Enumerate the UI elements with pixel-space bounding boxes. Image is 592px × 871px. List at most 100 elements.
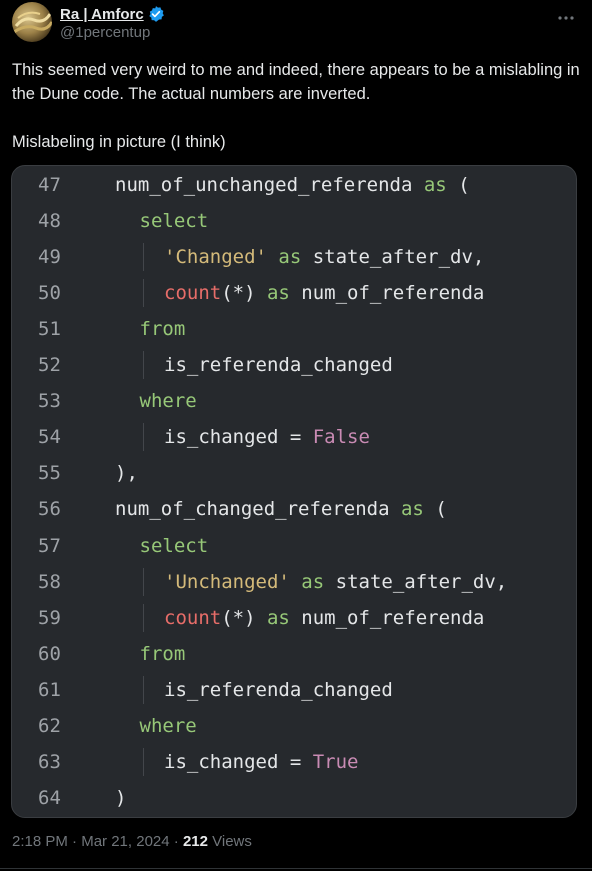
- code-text: from: [140, 636, 186, 672]
- display-name[interactable]: Ra | Amforc: [60, 6, 144, 23]
- code-text: num_of_changed_referenda as (: [115, 491, 447, 527]
- line-number: 51: [38, 318, 61, 341]
- line-number: 52: [38, 354, 61, 377]
- code-token: as: [266, 282, 290, 305]
- code-line: 49 'Changed' as state_after_dv,: [12, 239, 576, 275]
- code-token: from: [139, 318, 186, 341]
- line-number: 60: [38, 642, 61, 665]
- indent-guide: [142, 423, 144, 452]
- code-token: num_of_changed_referenda: [115, 498, 401, 521]
- code-line: 53 where: [12, 383, 576, 419]
- line-number: 63: [38, 750, 61, 773]
- code-token: select: [139, 534, 209, 557]
- code-line: 48 select: [12, 203, 576, 239]
- code-token: 'Changed': [164, 246, 267, 269]
- code-text: is_referenda_changed: [164, 672, 393, 708]
- line-number: 59: [38, 606, 61, 629]
- code-token: (*): [221, 606, 267, 629]
- avatar[interactable]: [12, 2, 52, 42]
- code-token: count: [164, 606, 222, 629]
- code-line: 64): [12, 780, 576, 816]
- code-token: 'Unchanged': [164, 570, 290, 593]
- code-text: 'Changed' as state_after_dv,: [164, 239, 484, 275]
- code-line: 51 from: [12, 311, 576, 347]
- code-token: True: [312, 750, 359, 773]
- meta-separator: ·: [169, 833, 183, 850]
- code-token: num_of_unchanged_referenda: [115, 174, 424, 196]
- code-line: 47 num_of_unchanged_referenda as (: [12, 167, 576, 203]
- indent-guide: [142, 567, 144, 596]
- code-token: where: [139, 714, 197, 737]
- code-token: from: [139, 642, 186, 665]
- code-line: 59 count(*) as num_of_referenda: [12, 600, 576, 636]
- post-date[interactable]: Mar 21, 2024: [81, 833, 169, 850]
- code-token: (: [423, 498, 447, 521]
- code-line: 61 is_referenda_changed: [12, 672, 576, 708]
- divider: [0, 868, 592, 869]
- line-number: 57: [38, 534, 61, 557]
- code-text: count(*) as num_of_referenda: [164, 600, 484, 636]
- line-number: 55: [38, 462, 61, 485]
- code-token: is_changed =: [164, 750, 313, 773]
- line-number: 47: [38, 174, 61, 196]
- code-screenshot-image[interactable]: 47 num_of_unchanged_referenda as (48 selec…: [11, 165, 577, 818]
- code-token: is_referenda_changed: [164, 678, 393, 701]
- indent-guide: [142, 675, 144, 704]
- code-token: ): [115, 786, 127, 809]
- code-line: 57 select: [12, 528, 576, 564]
- code-token: state_after_dv,: [301, 246, 485, 269]
- user-handle[interactable]: @1percentup: [60, 24, 150, 41]
- code-token: as: [400, 498, 424, 521]
- code-line: 58 'Unchanged' as state_after_dv,: [12, 564, 576, 600]
- indent-guide: [142, 279, 144, 308]
- views-label: Views: [207, 833, 252, 850]
- tweet-paragraph: Mislabeling in picture (I think): [12, 133, 226, 151]
- tweet-text: This seemed very weird to me and indeed,…: [12, 58, 580, 154]
- code-text: 'Unchanged' as state_after_dv,: [164, 564, 507, 600]
- line-number: 61: [38, 678, 61, 701]
- code-token: is_referenda_changed: [164, 354, 393, 377]
- code-token: num_of_referenda: [289, 282, 485, 305]
- code-text: is_changed = False: [164, 419, 370, 455]
- tweet-meta: 2:18 PM · Mar 21, 2024 · 212 Views: [12, 833, 252, 850]
- code-line: 50 count(*) as num_of_referenda: [12, 275, 576, 311]
- code-token: as: [278, 246, 302, 269]
- line-number: 64: [38, 786, 61, 809]
- indent-guide: [142, 603, 144, 632]
- code-token: is_changed =: [164, 426, 313, 449]
- code-text: ): [115, 780, 126, 816]
- indent-guide: [142, 243, 144, 272]
- code-text: is_changed = True: [164, 744, 358, 780]
- line-number: 54: [38, 426, 61, 449]
- indent-guide: [142, 747, 144, 776]
- code-text: select: [140, 203, 209, 239]
- code-token: select: [139, 210, 209, 233]
- indent-guide: [142, 351, 144, 380]
- more-options-icon[interactable]: [556, 8, 576, 28]
- code-line: 56 num_of_changed_referenda as (: [12, 491, 576, 527]
- tweet-paragraph: This seemed very weird to me and indeed,…: [12, 61, 585, 103]
- code-text: is_referenda_changed: [164, 347, 393, 383]
- code-token: where: [139, 390, 197, 413]
- code-token: as: [301, 570, 325, 593]
- name-line: Ra | Amforc: [60, 4, 165, 24]
- line-number: 62: [38, 714, 61, 737]
- code-token: ),: [115, 462, 138, 485]
- code-line: 63 is_changed = True: [12, 744, 576, 780]
- code-token: count: [164, 282, 222, 305]
- code-text: where: [140, 383, 197, 419]
- line-number: 49: [38, 246, 61, 269]
- post-time[interactable]: 2:18 PM: [12, 833, 68, 850]
- line-number: 56: [38, 498, 61, 521]
- code-line: 62 where: [12, 708, 576, 744]
- code-text: ),: [115, 455, 138, 491]
- code-text: count(*) as num_of_referenda: [164, 275, 484, 311]
- code-token: as: [423, 174, 447, 196]
- code-token: num_of_referenda: [289, 606, 485, 629]
- code-line: 55),: [12, 455, 576, 491]
- code-line: 52 is_referenda_changed: [12, 347, 576, 383]
- code-line: 60 from: [12, 636, 576, 672]
- code-token: (*): [221, 282, 267, 305]
- code-token: state_after_dv,: [324, 570, 508, 593]
